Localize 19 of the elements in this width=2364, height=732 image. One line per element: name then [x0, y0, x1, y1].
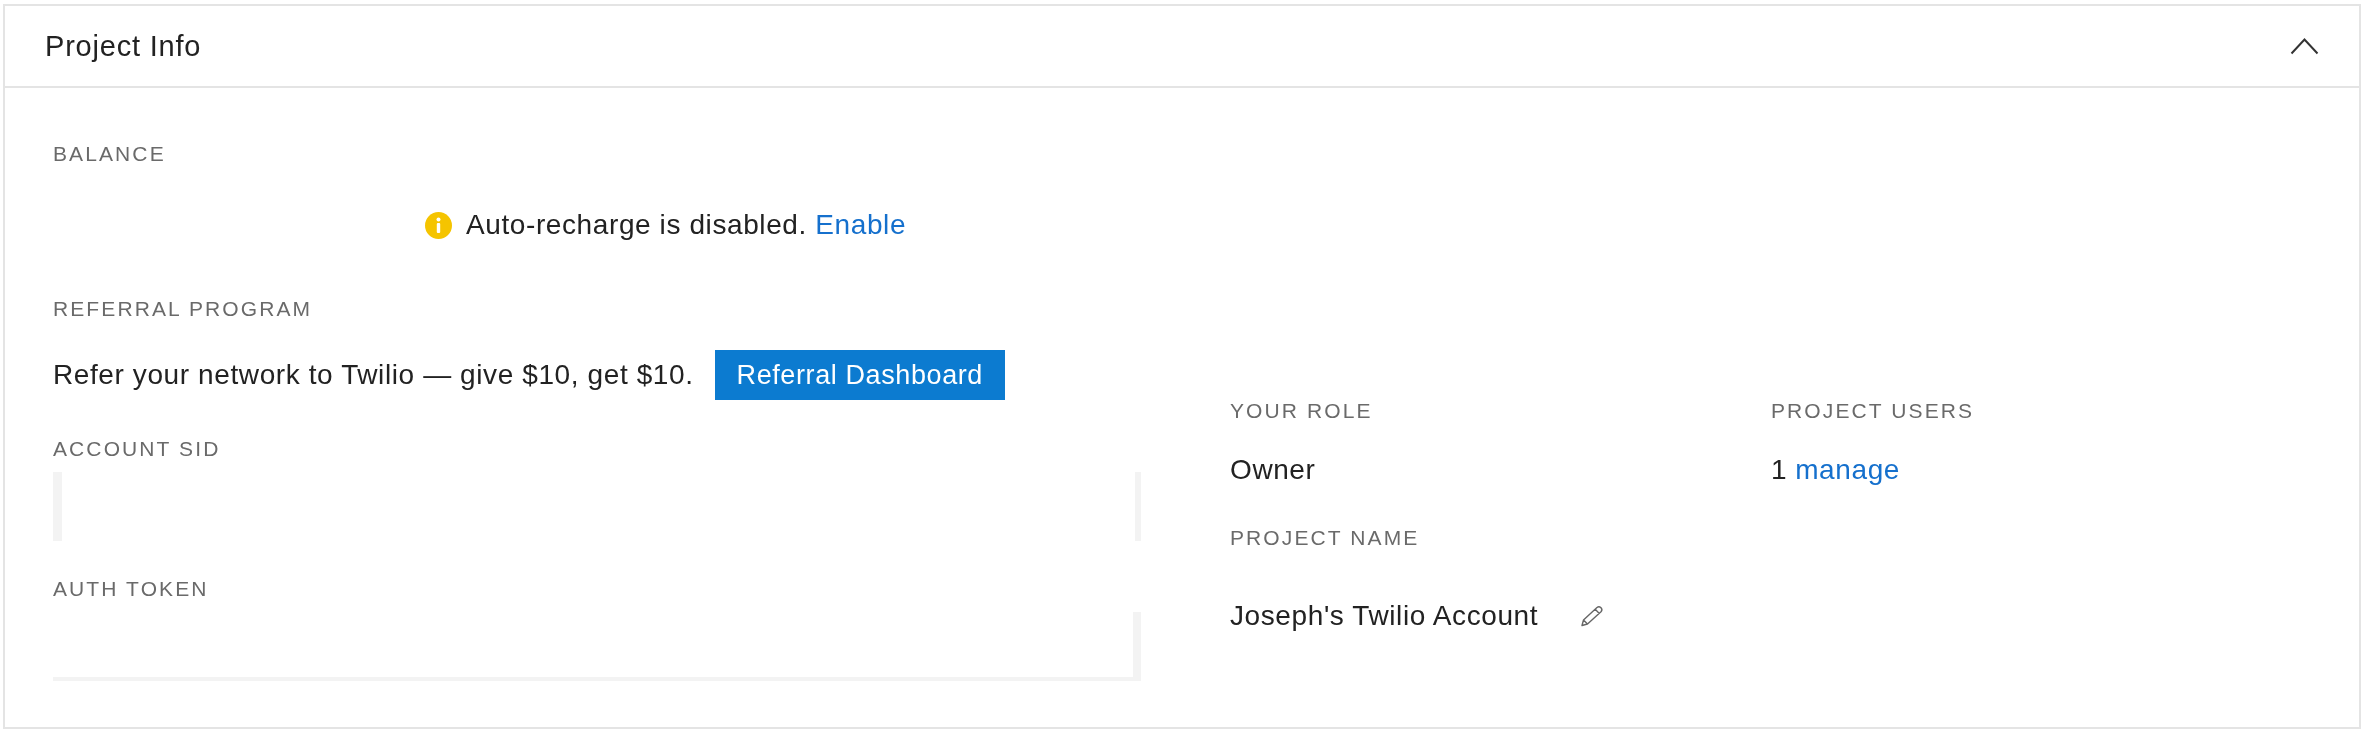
section-label: YOUR ROLE	[1230, 399, 1373, 423]
notice-text: Auto-recharge is disabled. Enable	[466, 208, 907, 242]
referral-text: Refer your network to Twilio — give $10, get $10.	[53, 358, 694, 392]
section-label: PROJECT USERS	[1771, 399, 1975, 423]
section-label: ACCOUNT SID	[53, 437, 221, 461]
manage-link[interactable]: manage	[1795, 452, 1900, 488]
section-label: BALANCE	[53, 142, 166, 166]
section-label: AUTH TOKEN	[53, 577, 209, 601]
info-icon	[425, 211, 452, 239]
project-name-value: Joseph's Twilio Account	[1230, 599, 1539, 633]
panel-title: Project Info	[45, 29, 202, 63]
pencil-icon[interactable]	[1580, 605, 1605, 627]
referral-dashboard-button[interactable]: Referral Dashboard	[714, 350, 1005, 400]
section-label: REFERRAL PROGRAM	[53, 297, 313, 321]
chevron-up-icon[interactable]	[2290, 37, 2319, 55]
enable-link[interactable]: Enable	[815, 209, 907, 240]
role-value: Owner	[1230, 453, 1316, 487]
user-count: 1	[1771, 453, 1788, 487]
section-label: PROJECT NAME	[1230, 526, 1420, 550]
